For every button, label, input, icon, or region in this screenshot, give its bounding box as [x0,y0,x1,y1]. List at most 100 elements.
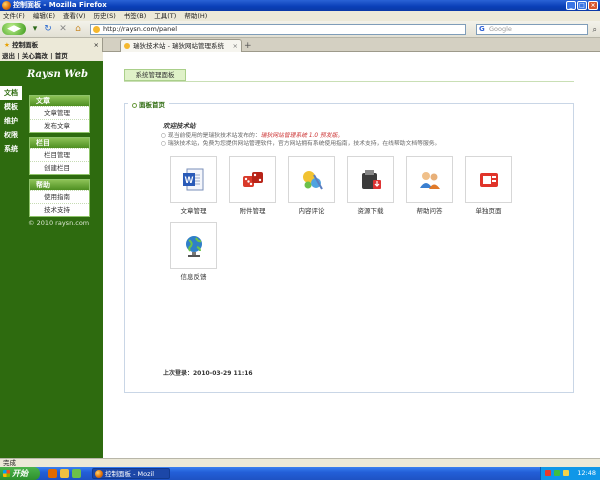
menu-bookmarks[interactable]: 书签(B) [124,11,147,21]
page-title: 系统管理面板 [124,69,186,81]
firefox-icon [2,1,11,10]
maximize-button[interactable]: □ [577,1,587,10]
status-text: 完成 [3,459,16,467]
window-title-bar: 控制面板 - Mozilla Firefox _ □ × [0,0,600,11]
site-favicon-icon [93,26,100,33]
menu-group-title: 帮助 [30,180,89,190]
menu-history[interactable]: 历史(S) [94,11,116,21]
google-icon: G [479,25,485,33]
sidebar-header: ★ 控制面板 × [0,38,103,52]
menu-view[interactable]: 查看(V) [63,11,86,21]
windows-logo-icon [3,470,10,477]
home-icon[interactable]: ⌂ [72,23,84,35]
taskbar: 开始 控制面板 - Mozil 12:48 [0,467,600,480]
menu-item-column-manage[interactable]: 栏目管理 [30,148,89,161]
left-nav-permissions[interactable]: 权限 [0,128,22,142]
tab-label: 瑞狄技术站 - 瑞狄网站管理系统 [133,42,224,50]
star-icon: ★ [4,41,10,49]
start-label: 开始 [12,469,28,478]
menu-file[interactable]: 文件(F) [3,11,25,21]
brand-logo: Raysn Web [27,69,88,80]
menu-item-user-guide[interactable]: 使用指南 [30,190,89,203]
tray-icon[interactable] [554,470,560,476]
tile-label: 资源下载 [357,207,384,215]
taskbar-window-label: 控制面板 - Mozil [105,470,155,478]
comment-balloon-icon [302,170,323,189]
status-bar: 完成 [0,458,600,467]
tray-icon[interactable] [545,470,551,476]
panel-title-text: 面板首页 [139,101,165,109]
tile-content-comments[interactable] [288,156,335,203]
tray-icon[interactable] [563,470,569,476]
search-placeholder: Google [489,25,512,33]
copyright: © 2010 raysn.com [28,219,90,227]
menu-item-article-manage[interactable]: 文章管理 [30,106,89,119]
menu-group-title: 栏目 [30,138,89,148]
start-button[interactable]: 开始 [0,467,40,480]
firefox-quicklaunch-icon[interactable] [48,469,57,478]
tile-single-page[interactable] [465,156,512,203]
tile-label: 帮助问答 [416,207,443,215]
close-tab-icon[interactable]: × [233,40,238,52]
page-icon [479,172,498,187]
users-help-icon [419,171,440,189]
dropdown-icon[interactable]: ▾ [30,23,40,35]
search-input[interactable]: G Google ⌕ [476,24,597,35]
left-nav-maintenance[interactable]: 维护 [0,114,22,128]
clock: 12:48 [577,469,596,477]
new-tab-icon[interactable]: + [244,41,252,51]
left-nav-templates[interactable]: 模板 [0,100,22,114]
tile-label: 单独页面 [475,207,502,215]
tile-attachment-manage[interactable] [229,156,276,203]
sidebar-top-links[interactable]: 退出 | 关心篇改 | 首页 [0,52,103,61]
taskbar-window-item[interactable]: 控制面板 - Mozil [92,468,170,479]
left-nav-docs[interactable]: 文档 [0,86,22,100]
description-line-2: ○ 瑞狄技术站，免费为您提供网站管理软件，官方网站拥有系统使用指南，技术支持，在… [161,141,441,147]
sidebar-header-title: 控制面板 [12,41,39,49]
menu-group-title: 文章 [30,96,89,106]
last-login: 上次登录：2010-03-29 11:16 [163,370,253,377]
firefox-icon [95,470,103,478]
menu-edit[interactable]: 编辑(E) [33,11,55,21]
dice-icon [242,171,263,187]
welcome-heading: 欢迎技术站 [163,122,196,130]
close-window-button[interactable]: × [588,1,598,10]
reload-icon[interactable]: ↻ [42,23,54,35]
tile-label: 内容评论 [298,207,325,215]
tile-resource-download[interactable] [347,156,394,203]
back-button[interactable]: ◀▶ [2,23,26,35]
word-document-icon: W [182,168,203,190]
tile-label: 文章管理 [180,207,207,215]
menu-item-tech-support[interactable]: 技术支持 [30,203,89,216]
app-quicklaunch-icon[interactable] [72,469,81,478]
menu-group-help: 帮助 使用指南 技术支持 [29,179,90,217]
tile-label: 信息反馈 [180,273,207,281]
tile-label: 附件管理 [239,207,266,215]
svg-text:W: W [184,175,193,185]
tab-active[interactable]: 瑞狄技术站 - 瑞狄网站管理系统 × [120,39,242,52]
system-tray: 12:48 [540,467,600,480]
globe-icon [185,235,202,257]
tile-help-qa[interactable] [406,156,453,203]
tab-favicon-icon [124,43,130,49]
divider [124,81,574,82]
url-input[interactable]: http://raysn.com/panel [90,24,466,35]
menu-tools[interactable]: 工具(T) [154,11,176,21]
tile-article-manage[interactable]: W [170,156,217,203]
panel-title: 面板首页 [128,99,169,109]
close-sidebar-icon[interactable]: × [94,38,99,52]
menu-group-articles: 文章 文章管理 发布文章 [29,95,90,133]
menu-item-create-column[interactable]: 创建栏目 [30,161,89,174]
folder-quicklaunch-icon[interactable] [60,469,69,478]
search-icon[interactable]: ⌕ [593,25,597,34]
left-nav: 文档 模板 维护 权限 系统 [0,86,22,156]
download-icon [361,169,381,189]
menu-item-publish-article[interactable]: 发布文章 [30,119,89,132]
menu-help[interactable]: 帮助(H) [184,11,207,21]
minimize-button[interactable]: _ [566,1,576,10]
menu-bar: 文件(F) 编辑(E) 查看(V) 历史(S) 书签(B) 工具(T) 帮助(H… [0,11,600,21]
stop-icon[interactable]: ✕ [57,23,69,35]
menu-group-columns: 栏目 栏目管理 创建栏目 [29,137,90,175]
tile-feedback[interactable] [170,222,217,269]
left-nav-system[interactable]: 系统 [0,142,22,156]
